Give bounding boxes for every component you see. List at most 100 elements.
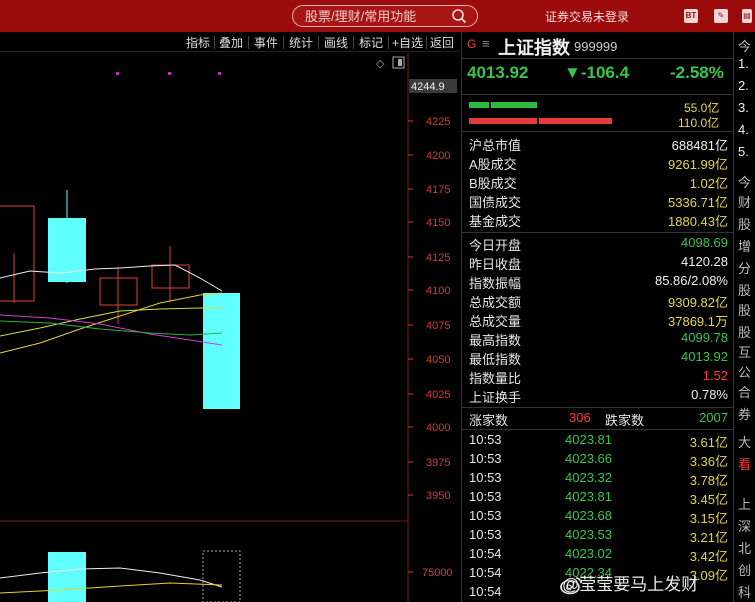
tick-amount: 3.61亿 xyxy=(689,435,728,450)
strip-item[interactable]: 创 xyxy=(738,560,751,579)
search-icon[interactable] xyxy=(451,8,467,24)
tick-price: 4023.81 xyxy=(565,489,612,504)
current-price: 4013.92 xyxy=(467,63,529,82)
event-marker[interactable] xyxy=(218,72,221,75)
price-tick: 4175 xyxy=(426,184,450,196)
toolbar-events[interactable]: 事件 xyxy=(254,34,278,51)
strip-item[interactable]: 增 xyxy=(738,236,751,255)
toolbar-back[interactable]: 返回 xyxy=(430,34,454,51)
detail-value: 4099.78 xyxy=(681,330,728,345)
summary-value: 9261.99亿 xyxy=(668,157,728,172)
toolbar-mark[interactable]: 标记 xyxy=(359,34,383,51)
toolbar-draw-line[interactable]: 画线 xyxy=(324,34,348,51)
volume-bar-selected[interactable] xyxy=(202,550,241,602)
toolbar-overlay[interactable]: 叠加 xyxy=(219,34,243,51)
strip-item[interactable]: 股 xyxy=(738,300,751,319)
price-tick: 4100 xyxy=(426,285,450,297)
tick-row[interactable]: 10:54 4023.02 3.42亿 xyxy=(469,545,731,564)
strip-item[interactable]: 5. xyxy=(738,144,749,159)
strip-item[interactable]: 券 xyxy=(738,404,751,423)
chart-toolbar: 指标 叠加 事件 统计 画线 标记 +自选 返回 xyxy=(0,32,460,52)
event-marker[interactable] xyxy=(168,72,171,75)
strip-item[interactable]: 分 xyxy=(738,258,751,277)
diamond-icon[interactable]: ◇ xyxy=(376,57,385,70)
strip-item[interactable]: 科 xyxy=(738,582,751,601)
tick-amount: 3.78亿 xyxy=(689,473,728,488)
toolbar-add-watchlist[interactable]: +自选 xyxy=(392,34,423,51)
tick-row[interactable]: 10:53 4023.81 3.45亿 xyxy=(469,488,731,507)
divider xyxy=(462,232,734,233)
tick-time: 10:53 xyxy=(469,508,502,523)
strip-item[interactable]: 互 xyxy=(738,342,751,361)
search-input[interactable] xyxy=(305,8,445,24)
edit-icon[interactable]: ✎ xyxy=(714,9,728,23)
summary-value: 5336.71亿 xyxy=(668,195,728,210)
menu-icon[interactable]: ≡ xyxy=(482,36,490,51)
detail-value: 9309.82亿 xyxy=(668,295,728,310)
strip-item[interactable]: 大 xyxy=(738,432,751,451)
tick-row[interactable]: 10:53 4023.81 3.61亿 xyxy=(469,431,731,450)
price-tick: 4150 xyxy=(426,217,450,229)
strip-item[interactable]: 上 xyxy=(738,494,751,513)
price-tick: 4225 xyxy=(426,116,450,128)
price-tick: 4050 xyxy=(426,354,450,366)
tick-row[interactable]: 10:53 4023.32 3.78亿 xyxy=(469,469,731,488)
strip-item[interactable]: 合 xyxy=(738,382,751,401)
event-marker[interactable] xyxy=(116,72,119,75)
toolbar-indicator[interactable]: 指标 xyxy=(186,34,210,51)
volume-ma-line xyxy=(0,582,223,594)
summary-row: B股成交 1.02亿 xyxy=(469,172,731,191)
strip-item[interactable]: 财 xyxy=(738,192,751,211)
candle[interactable] xyxy=(0,205,35,302)
login-status[interactable]: 证券交易未登录 xyxy=(545,8,629,25)
summary-row: A股成交 9261.99亿 xyxy=(469,153,731,172)
detail-row: 最高指数 4099.78 xyxy=(469,329,731,348)
tick-price: 4023.02 xyxy=(565,546,612,561)
strip-item[interactable]: 北 xyxy=(738,538,751,557)
bt-icon[interactable]: BT xyxy=(684,9,698,23)
strip-item[interactable]: 3. xyxy=(738,100,749,115)
detail-value: 1.52 xyxy=(702,368,728,383)
strip-item[interactable]: 股 xyxy=(738,322,751,341)
tick-row[interactable]: 10:53 4023.66 3.36亿 xyxy=(469,450,731,469)
tick-time: 10:53 xyxy=(469,489,502,504)
watermark-text: @莹莹要马上发财 xyxy=(562,575,699,594)
tick-amount: 3.45亿 xyxy=(689,492,728,507)
tick-price: 4023.66 xyxy=(565,451,612,466)
tick-row[interactable]: 10:53 4023.53 3.21亿 xyxy=(469,526,731,545)
tick-time: 10:54 xyxy=(469,546,502,561)
tick-row[interactable]: 10:53 4023.68 3.15亿 xyxy=(469,507,731,526)
tick-amount: 3.42亿 xyxy=(689,549,728,564)
strip-item[interactable]: 深 xyxy=(738,516,751,535)
strip-item[interactable]: 2. xyxy=(738,78,749,93)
tick-price: 4023.68 xyxy=(565,508,612,523)
search-box[interactable] xyxy=(292,5,478,27)
strip-item[interactable]: 公 xyxy=(738,362,751,381)
toolbar-stats[interactable]: 统计 xyxy=(289,34,313,51)
strip-item[interactable]: 4. xyxy=(738,122,749,137)
message-icon[interactable]: ▤ xyxy=(742,9,752,23)
strip-item[interactable]: 看 xyxy=(738,454,751,473)
strip-item[interactable]: 股 xyxy=(738,214,751,233)
price-axis: 4225 4200 4175 4150 4125 4100 4075 4050 … xyxy=(422,116,453,579)
summary-value: 688481亿 xyxy=(671,138,728,153)
detail-row: 指数振幅 85.86/2.08% xyxy=(469,272,731,291)
summary-row: 基金成交 1880.43亿 xyxy=(469,210,731,229)
detail-value: 85.86/2.08% xyxy=(654,273,728,288)
strip-item[interactable]: 1. xyxy=(738,56,749,71)
candlestick-chart[interactable]: ◇ 4244.9 4225 4200 4175 4150 4125 4100 4… xyxy=(0,53,460,602)
ma60-line xyxy=(0,320,223,336)
down-count-label: 跌家数 xyxy=(605,413,645,428)
volume-tick: 75000 xyxy=(422,567,453,579)
detail-value: 4120.28 xyxy=(681,254,728,269)
strip-item[interactable]: 今 xyxy=(738,36,751,55)
detail-row: 上证换手 0.78% xyxy=(469,386,731,405)
candle[interactable] xyxy=(203,293,240,409)
strip-item[interactable]: 今 xyxy=(738,172,751,191)
tick-time: 10:54 xyxy=(469,584,502,599)
tick-price: 4023.81 xyxy=(565,432,612,447)
detail-row: 总成交额 9309.82亿 xyxy=(469,291,731,310)
strip-item[interactable]: 股 xyxy=(738,280,751,299)
toolbar-divider xyxy=(353,36,354,49)
volume-bar[interactable] xyxy=(48,552,86,602)
